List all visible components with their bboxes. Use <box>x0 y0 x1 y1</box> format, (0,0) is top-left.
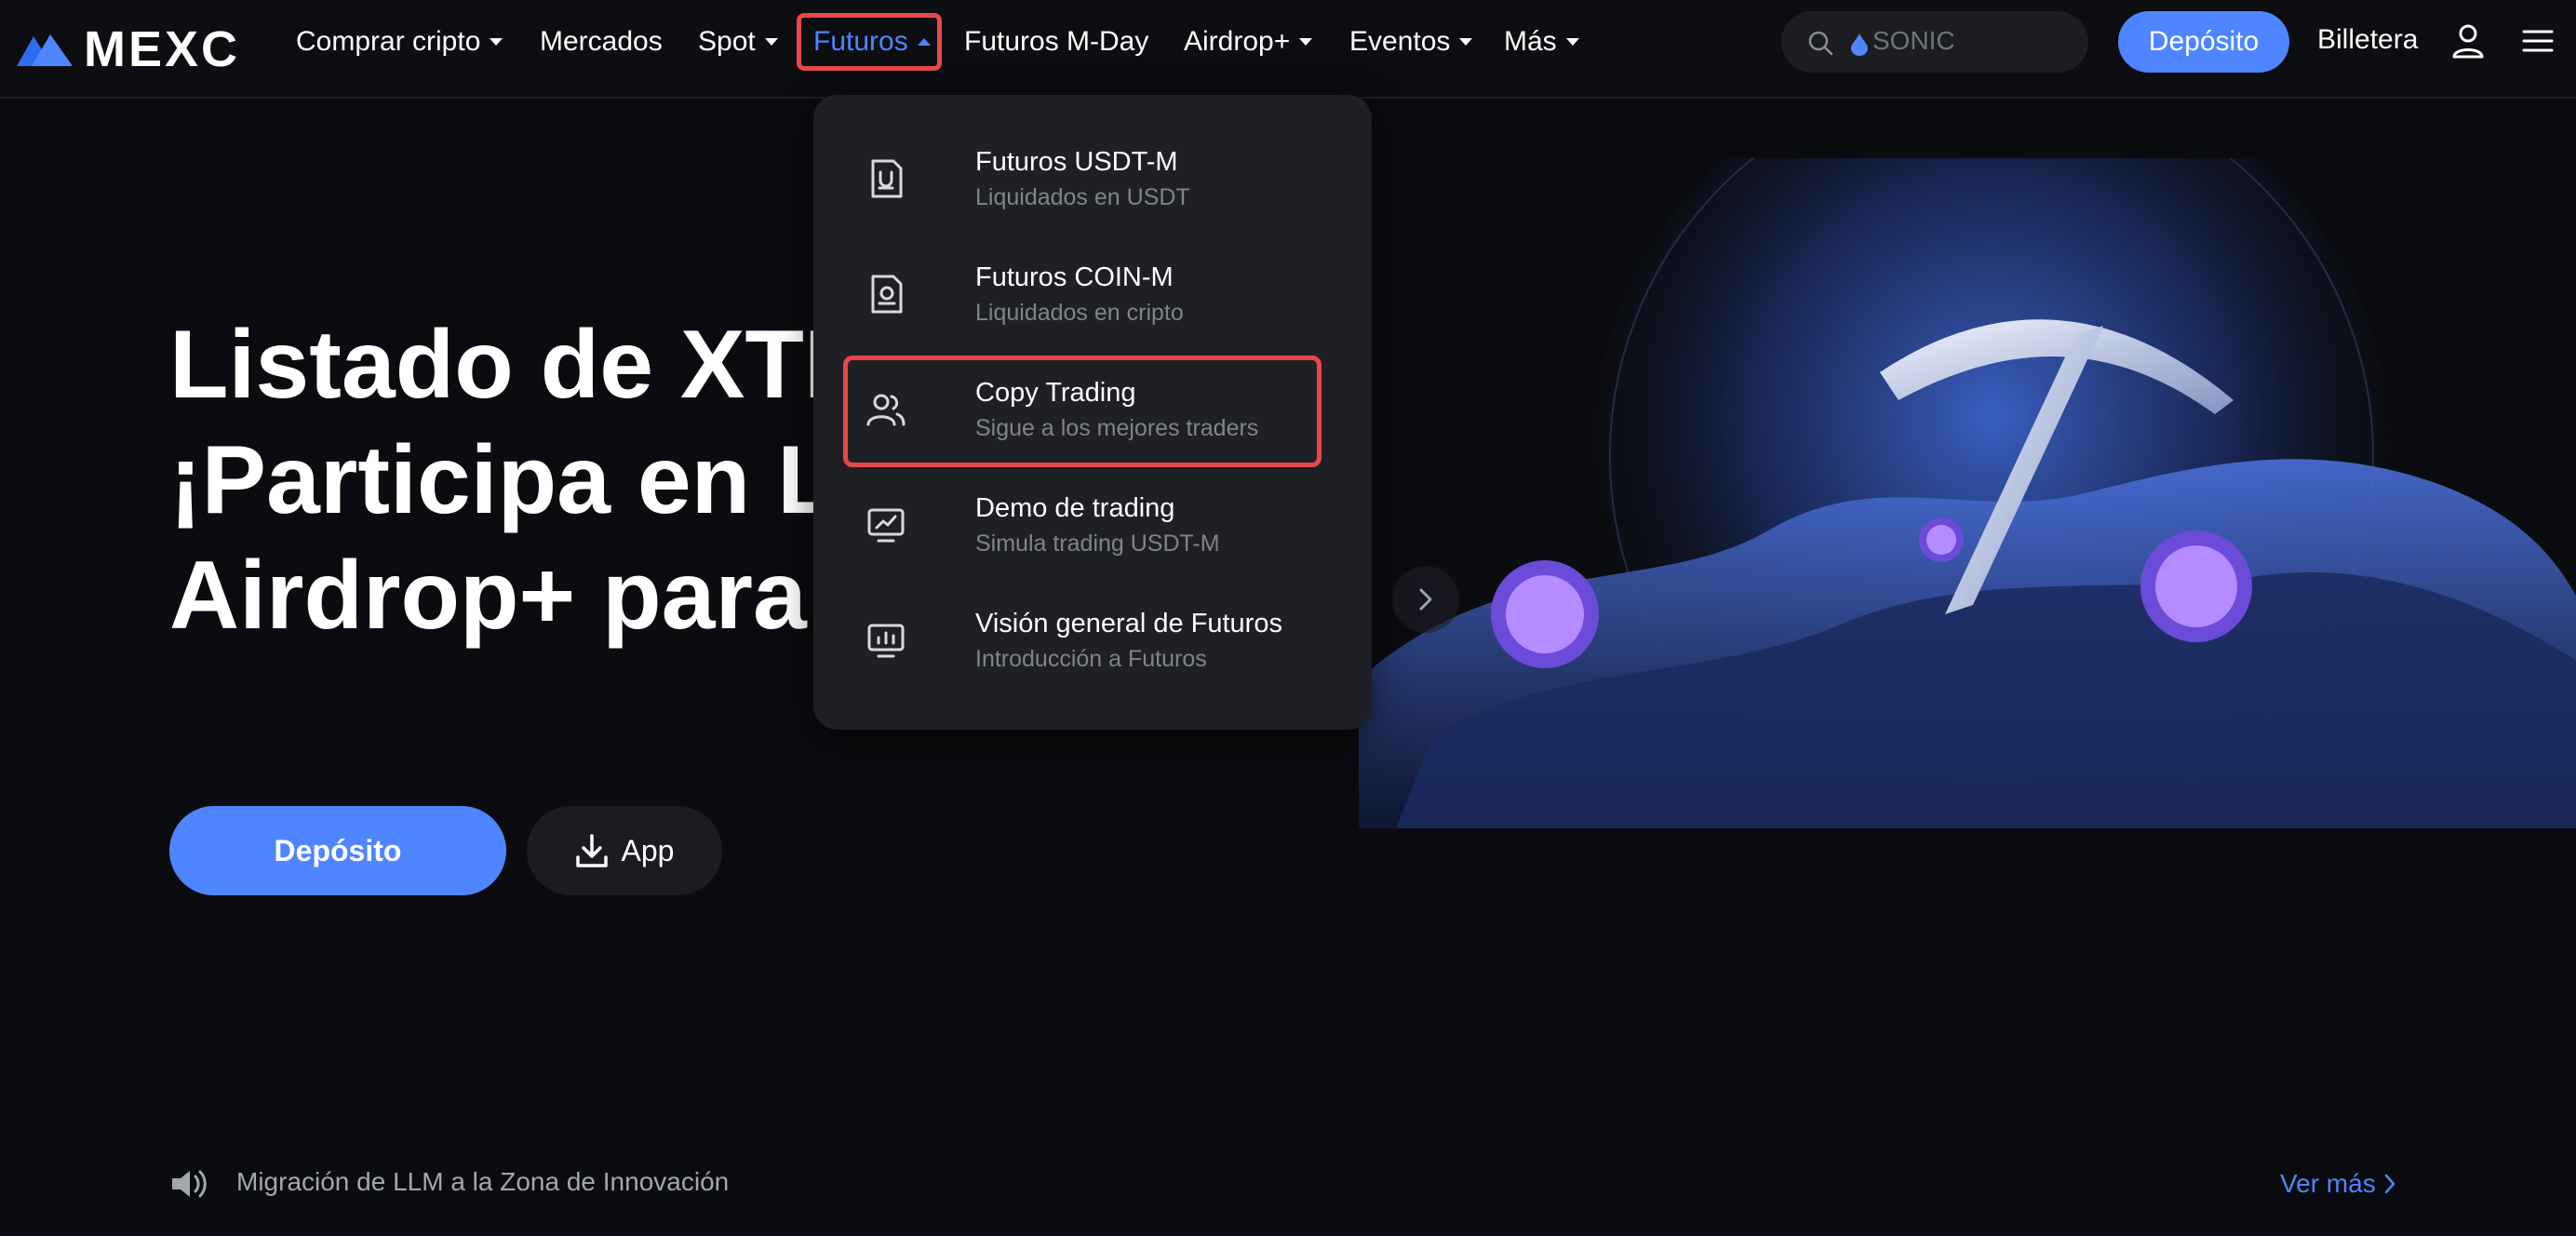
nav-label: Futuros M-Day <box>964 26 1149 57</box>
see-more-label: Ver más <box>2280 1169 2376 1198</box>
chevron-right-icon <box>2384 1174 2395 1194</box>
nav-spot[interactable]: Spot <box>698 0 778 84</box>
hamburger-menu-icon[interactable] <box>2522 28 2554 54</box>
nav-mercados[interactable]: Mercados <box>540 0 663 84</box>
nav-eventos[interactable]: Eventos <box>1349 0 1473 84</box>
nav-comprar-cripto[interactable]: Comprar cripto <box>296 0 503 84</box>
caret-down-icon <box>1565 38 1579 46</box>
flame-icon <box>1851 34 1868 56</box>
menu-item-title: Futuros USDT-M <box>975 147 1178 177</box>
nav-futuros-m-day[interactable]: Futuros M-Day <box>964 0 1148 84</box>
see-more-link[interactable]: Ver más <box>2280 1169 2396 1199</box>
search-placeholder: SONIC <box>1872 26 1955 55</box>
menu-item-title: Demo de trading <box>975 493 1175 523</box>
menu-item-title: Visión general de Futuros <box>975 609 1282 638</box>
download-app-button[interactable]: App <box>527 806 722 895</box>
nav-mas[interactable]: Más <box>1504 0 1579 84</box>
user-icon[interactable] <box>2451 22 2485 60</box>
nav-label: Spot <box>698 26 756 57</box>
carousel-next-button[interactable] <box>1392 566 1459 633</box>
nav-label: Comprar cripto <box>296 26 481 57</box>
menu-item-futures-overview[interactable]: Visión general de Futuros Introducción a… <box>845 588 1336 692</box>
nav-label: Airdrop+ <box>1184 26 1291 57</box>
coin-doc-icon <box>871 275 903 314</box>
top-navbar: MEXC Comprar cripto Mercados Spot Futuro… <box>0 0 2576 99</box>
wallet-link[interactable]: Billetera <box>2317 24 2418 56</box>
nav-label: Mercados <box>540 26 663 57</box>
menu-item-subtitle: Simula trading USDT-M <box>975 531 1220 557</box>
speaker-icon <box>172 1170 207 1198</box>
caret-down-icon <box>1299 38 1313 46</box>
announcement-text[interactable]: Migración de LLM a la Zona de Innovación <box>236 1167 729 1197</box>
app-button-label: App <box>621 833 675 867</box>
futuros-highlight-box <box>797 13 942 71</box>
brand-name: MEXC <box>84 21 241 77</box>
caret-down-icon <box>1459 38 1473 46</box>
caret-down-icon <box>490 38 503 46</box>
bar-monitor-icon <box>867 624 905 658</box>
nav-airdrop[interactable]: Airdrop+ <box>1184 0 1313 84</box>
search-input[interactable]: SONIC <box>1781 11 2088 73</box>
copy-trading-highlight-box <box>843 356 1322 467</box>
search-icon <box>1808 31 1833 56</box>
nav-label: Más <box>1504 26 1557 57</box>
nav-label: Eventos <box>1349 26 1451 57</box>
menu-item-futuros-coin-m[interactable]: Futuros COIN-M Liquidados en cripto <box>845 242 1336 346</box>
hero-pickaxe-illustration <box>1359 158 2576 828</box>
menu-item-subtitle: Liquidados en USDT <box>975 184 1190 210</box>
menu-item-title: Futuros COIN-M <box>975 262 1174 292</box>
deposit-button[interactable]: Depósito <box>2118 11 2289 73</box>
usdt-doc-icon <box>871 159 903 198</box>
chart-monitor-icon <box>867 508 905 543</box>
menu-item-futuros-usdt-m[interactable]: Futuros USDT-M Liquidados en USDT <box>845 127 1336 231</box>
chevron-right-icon <box>1419 588 1432 611</box>
caret-down-icon <box>764 38 778 46</box>
menu-item-subtitle: Liquidados en cripto <box>975 300 1184 326</box>
hero-deposit-button[interactable]: Depósito <box>169 806 506 895</box>
mexc-logo-icon <box>17 34 73 66</box>
download-icon <box>575 834 608 867</box>
menu-item-demo-trading[interactable]: Demo de trading Simula trading USDT-M <box>845 473 1336 577</box>
mexc-logo[interactable]: MEXC <box>15 20 262 78</box>
menu-item-subtitle: Introducción a Futuros <box>975 646 1207 672</box>
